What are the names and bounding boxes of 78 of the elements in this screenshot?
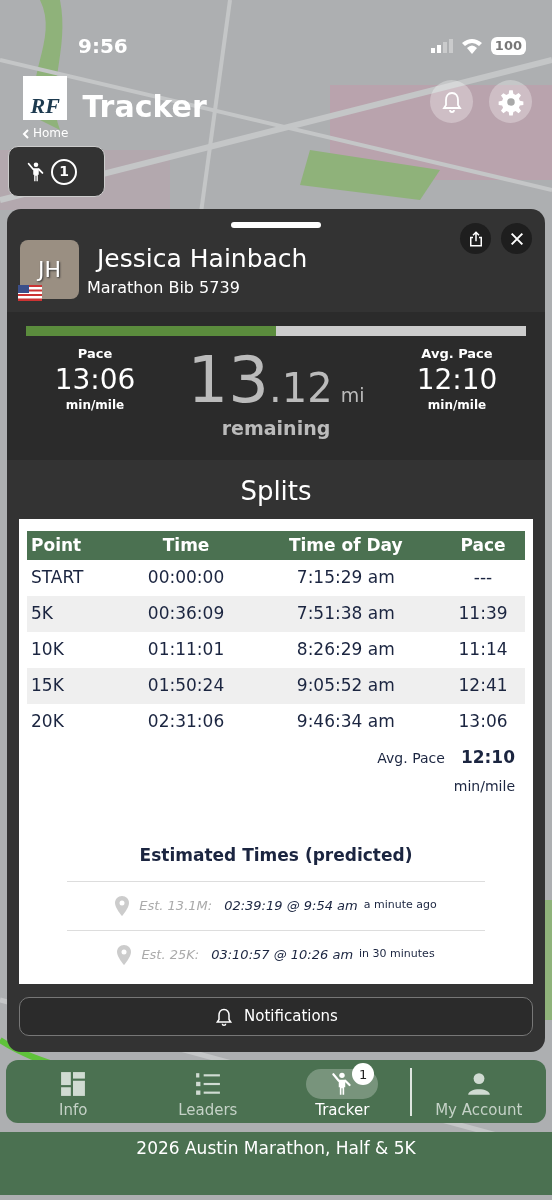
column-header: Time bbox=[121, 531, 251, 560]
table-cell: 11:39 bbox=[441, 596, 525, 632]
table-cell: 02:31:06 bbox=[121, 704, 251, 740]
section-heading: Estimated Times (predicted) bbox=[138, 844, 414, 867]
stat-label: Pace bbox=[77, 345, 113, 363]
initials: JH bbox=[38, 256, 61, 284]
dashboard-icon bbox=[60, 1071, 87, 1098]
distance-caption: remaining bbox=[221, 418, 331, 438]
close-button[interactable] bbox=[501, 223, 532, 254]
table-cell: START bbox=[27, 560, 122, 596]
table-cell: 15K bbox=[27, 668, 122, 704]
chevron-icon bbox=[22, 128, 30, 139]
drag-handle[interactable] bbox=[231, 222, 321, 228]
tab-item[interactable]: My Account bbox=[411, 1061, 546, 1122]
distance-decimal: .12 bbox=[269, 364, 333, 413]
table-cell: 01:50:24 bbox=[121, 668, 251, 704]
tab-item[interactable]: 1 Tracker bbox=[275, 1061, 410, 1122]
column-header: Pace bbox=[441, 531, 525, 560]
count-badge: 1 bbox=[352, 1063, 375, 1086]
user-icon bbox=[465, 1071, 492, 1098]
table-cell: 7:15:29 am bbox=[250, 560, 442, 596]
estimate-label: Est. 13.1M: bbox=[139, 896, 213, 915]
table-cell: 20K bbox=[27, 704, 122, 740]
runner-name: Jessica Hainbach bbox=[97, 244, 308, 274]
share-button[interactable] bbox=[460, 223, 491, 254]
relative-time: a minute ago bbox=[363, 897, 437, 914]
tab-item[interactable]: Info bbox=[6, 1061, 141, 1122]
back-link[interactable]: Home bbox=[22, 124, 69, 142]
table-cell: 12:41 bbox=[441, 668, 525, 704]
settings-button[interactable] bbox=[489, 80, 532, 123]
battery-indicator: 100 bbox=[490, 37, 526, 55]
avg-pace-unit: min/mile bbox=[453, 777, 515, 796]
table-cell: 8:26:29 am bbox=[250, 632, 442, 668]
estimate-label: Est. 25K: bbox=[141, 945, 200, 964]
bib-number: Marathon Bib 5739 bbox=[87, 277, 241, 299]
table-cell: --- bbox=[441, 560, 525, 596]
close-icon bbox=[508, 230, 525, 247]
distance-value: 13 bbox=[187, 348, 269, 412]
settings-icon bbox=[496, 87, 525, 116]
flag-icon bbox=[18, 285, 42, 301]
bell-icon bbox=[214, 1006, 235, 1027]
table-cell: 7:51:38 am bbox=[250, 596, 442, 632]
table-cell: 11:14 bbox=[441, 632, 525, 668]
notifications-button[interactable]: Notifications bbox=[19, 997, 533, 1036]
avg-pace-value: 12:10 bbox=[460, 746, 515, 770]
app-logo: RF bbox=[23, 76, 68, 120]
table-cell: 00:36:09 bbox=[121, 596, 251, 632]
pin-icon bbox=[117, 944, 132, 965]
section-heading: Splits bbox=[239, 475, 313, 508]
page-title: Tracker bbox=[82, 88, 207, 126]
stat-value: 12:10 bbox=[416, 363, 498, 396]
avg-pace-label: Avg. Pace bbox=[377, 748, 445, 768]
pin-icon bbox=[115, 895, 130, 916]
tracked-runners-button[interactable]: 1 bbox=[8, 146, 105, 197]
table-cell: 9:46:34 am bbox=[250, 704, 442, 740]
table-cell: 01:11:01 bbox=[121, 632, 251, 668]
stat-value: 13:06 bbox=[54, 363, 136, 396]
column-header: Time of Day bbox=[250, 531, 442, 560]
stat-unit: min/mile bbox=[427, 396, 487, 414]
event-name: 2026 Austin Marathon, Half & 5K bbox=[0, 1132, 552, 1195]
distance-unit: mi bbox=[340, 383, 365, 408]
table-cell: 00:00:00 bbox=[121, 560, 251, 596]
clock-time: 9:56 bbox=[78, 33, 128, 60]
column-header: Point bbox=[27, 531, 122, 560]
numbered-list-icon bbox=[194, 1071, 221, 1098]
signal-icon bbox=[430, 39, 453, 53]
tab-item[interactable]: Leaders bbox=[140, 1061, 275, 1122]
relative-time: in 30 minutes bbox=[359, 946, 435, 963]
table-cell: 5K bbox=[27, 596, 122, 632]
table-cell: 13:06 bbox=[441, 704, 525, 740]
table-cell: 9:05:52 am bbox=[250, 668, 442, 704]
notifications-button[interactable] bbox=[430, 80, 473, 123]
wifi-icon bbox=[460, 38, 483, 54]
estimate-time: 02:39:19 @ 9:54 am bbox=[224, 896, 358, 915]
estimate-time: 03:10:57 @ 10:26 am bbox=[211, 945, 354, 964]
table-cell: 10K bbox=[27, 632, 122, 668]
stat-label: Avg. Pace bbox=[421, 345, 493, 363]
stat-unit: min/mile bbox=[65, 396, 125, 414]
